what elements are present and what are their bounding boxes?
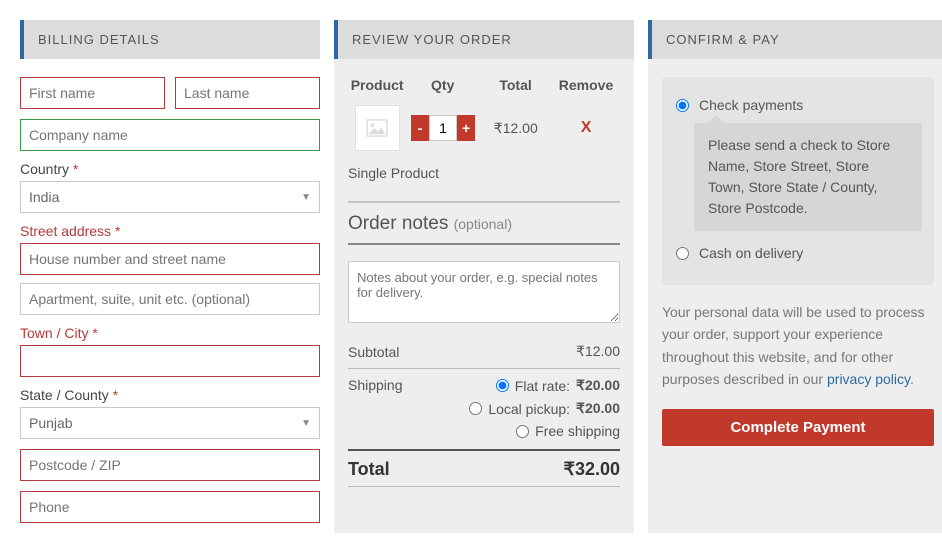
shipping-row: Shipping Flat rate: ₹20.00 Local pickup:…: [348, 371, 620, 445]
pay-check-description: Please send a check to Store Name, Store…: [694, 123, 922, 231]
cart-header: Product Qty Total Remove: [348, 77, 620, 101]
qty-plus-button[interactable]: +: [457, 115, 475, 141]
pay-column: CONFIRM & PAY Check payments Please send…: [648, 20, 942, 533]
image-icon: [366, 119, 388, 137]
qty-input[interactable]: [429, 115, 457, 141]
col-product: Product: [348, 77, 406, 93]
state-label: State / County *: [20, 387, 320, 403]
checkout-layout: BILLING DETAILS Country * India ▼ Street…: [20, 20, 942, 533]
state-select[interactable]: Punjab ▼: [20, 407, 320, 439]
street-label: Street address *: [20, 223, 320, 239]
line-total: ₹12.00: [479, 120, 552, 137]
chevron-down-icon: ▼: [301, 192, 311, 203]
shipping-free-option[interactable]: Free shipping: [469, 423, 620, 439]
shipping-free-radio[interactable]: [516, 425, 529, 438]
chevron-down-icon: ▼: [301, 418, 311, 429]
pay-cod-radio[interactable]: [676, 247, 689, 260]
town-label: Town / City *: [20, 325, 320, 341]
shipping-flat-option[interactable]: Flat rate: ₹20.00: [469, 377, 620, 394]
col-remove: Remove: [552, 77, 620, 93]
street2-field[interactable]: [20, 283, 320, 315]
qty-minus-button[interactable]: -: [411, 115, 429, 141]
col-total: Total: [479, 77, 552, 93]
first-name-field[interactable]: [20, 77, 165, 109]
country-label: Country *: [20, 161, 320, 177]
billing-title: BILLING DETAILS: [20, 20, 320, 59]
pay-check-radio[interactable]: [676, 99, 689, 112]
pay-title: CONFIRM & PAY: [648, 20, 942, 59]
phone-field[interactable]: [20, 491, 320, 523]
shipping-flat-radio[interactable]: [496, 379, 509, 392]
cart-row: - + ₹12.00 X: [348, 101, 620, 165]
review-column: REVIEW YOUR ORDER Product Qty Total Remo…: [334, 20, 634, 533]
pay-cod-option[interactable]: Cash on delivery: [676, 245, 920, 261]
product-name: Single Product: [348, 165, 620, 181]
billing-column: BILLING DETAILS Country * India ▼ Street…: [20, 20, 320, 533]
company-field[interactable]: [20, 119, 320, 151]
town-field[interactable]: [20, 345, 320, 377]
country-select[interactable]: India ▼: [20, 181, 320, 213]
privacy-text: Your personal data will be used to proce…: [662, 301, 934, 391]
street1-field[interactable]: [20, 243, 320, 275]
order-notes-textarea[interactable]: [348, 261, 620, 323]
payment-methods: Check payments Please send a check to St…: [662, 77, 934, 285]
subtotal-row: Subtotal ₹12.00: [348, 337, 620, 366]
shipping-local-radio[interactable]: [469, 402, 482, 415]
shipping-local-option[interactable]: Local pickup: ₹20.00: [469, 400, 620, 417]
review-title: REVIEW YOUR ORDER: [334, 20, 634, 59]
pay-check-option[interactable]: Check payments: [676, 97, 920, 113]
complete-payment-button[interactable]: Complete Payment: [662, 409, 934, 446]
col-qty: Qty: [406, 77, 479, 93]
product-image-placeholder: [355, 105, 400, 151]
privacy-policy-link[interactable]: privacy policy: [827, 371, 910, 387]
remove-button[interactable]: X: [552, 119, 620, 137]
total-row: Total ₹32.00: [348, 455, 620, 484]
last-name-field[interactable]: [175, 77, 320, 109]
order-notes-heading: Order notes (optional): [348, 213, 620, 235]
postcode-field[interactable]: [20, 449, 320, 481]
